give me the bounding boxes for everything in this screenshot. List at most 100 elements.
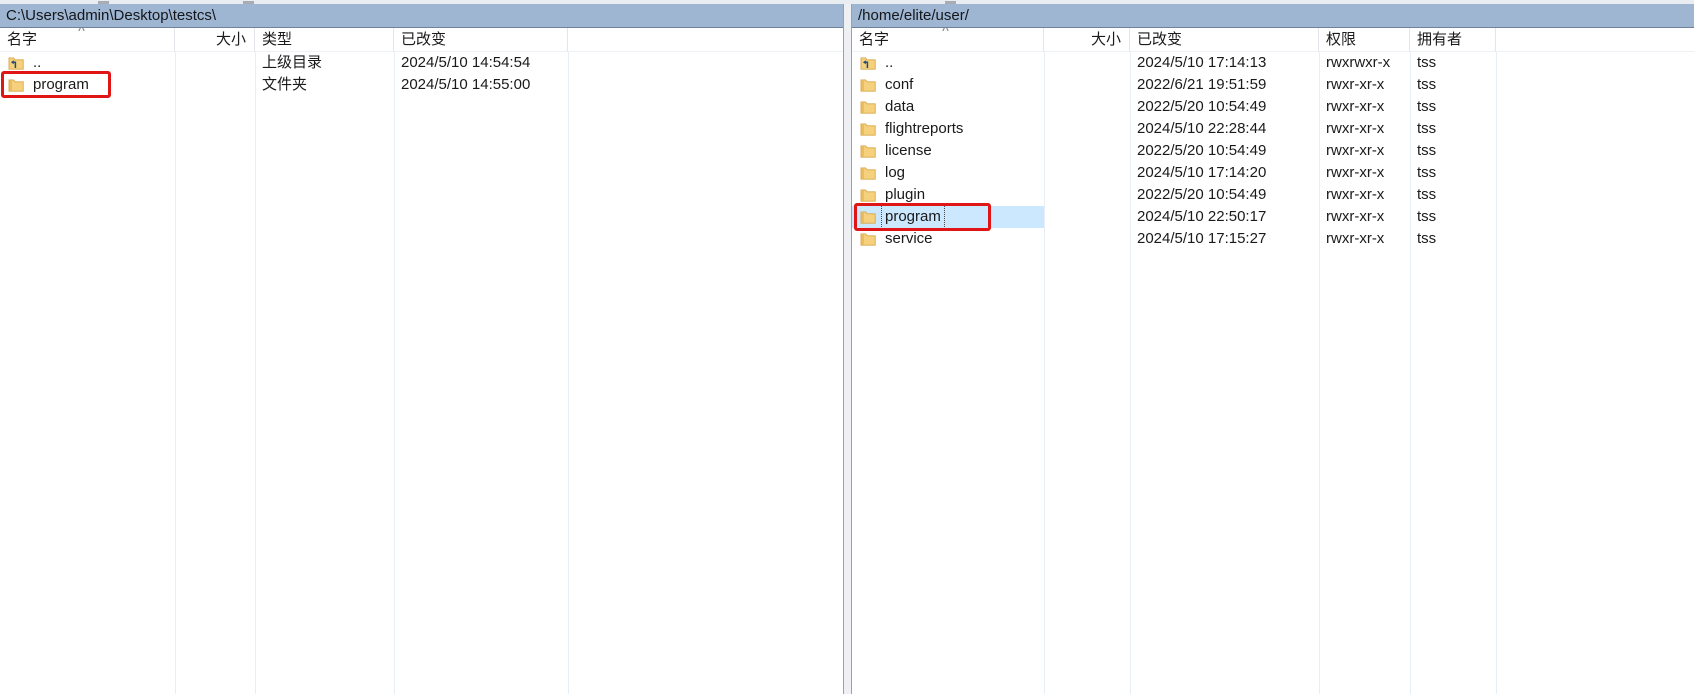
file-owner-cell: tss [1410, 184, 1496, 206]
file-changed-cell: 2024/5/10 17:14:20 [1130, 162, 1319, 184]
file-name: log [882, 162, 908, 184]
toolbar-clipped-strip [0, 0, 1694, 4]
folder-icon [860, 167, 876, 180]
column-header-size[interactable]: 大小 [175, 28, 255, 52]
column-header-perms[interactable]: 权限 [1319, 28, 1410, 52]
file-changed-cell: 2022/6/21 19:51:59 [1130, 74, 1319, 96]
file-size-cell [1044, 184, 1130, 206]
file-row-plugin[interactable]: plugin 2022/5/20 10:54:49rwxr-xr-xtss [852, 184, 1694, 206]
file-row-log[interactable]: log2024/5/10 17:14:20rwxr-xr-xtss [852, 162, 1694, 184]
toolbar-remnant-mark [945, 1, 956, 4]
file-row-service[interactable]: service2024/5/10 17:15:27rwxr-xr-xtss [852, 228, 1694, 250]
file-name: service [882, 228, 936, 250]
column-grid-line [175, 52, 176, 694]
column-header-name[interactable]: 名字^ [0, 28, 175, 52]
file-changed-cell: 2024/5/10 22:50:17 [1130, 206, 1319, 228]
file-size-cell [1044, 74, 1130, 96]
column-header-label: 已改变 [401, 31, 446, 48]
column-grid-line [568, 52, 569, 694]
file-name: .. [882, 52, 896, 74]
local-file-list: 名字^大小类型 已改变 .. 上级目录2024/5/10 14:54:54 progr… [0, 28, 843, 694]
file-row-license[interactable]: license2022/5/20 10:54:49rwxr-xr-xtss [852, 140, 1694, 162]
file-changed-cell: 2024/5/10 14:54:54 [394, 52, 568, 74]
toolbar-remnant-mark [243, 1, 254, 4]
file-name-cell: data [852, 96, 1044, 118]
folder-icon [860, 233, 876, 246]
file-type-cell: 上级目录 [255, 52, 394, 74]
file-type-cell: 文件夹 [255, 74, 394, 96]
file-size-cell [1044, 162, 1130, 184]
folder-icon [8, 79, 24, 92]
file-size-cell [1044, 96, 1130, 118]
file-row-conf[interactable]: conf2022/6/21 19:51:59rwxr-xr-xtss [852, 74, 1694, 96]
file-owner-cell: tss [1410, 74, 1496, 96]
column-grid-line [394, 52, 395, 694]
column-header-name[interactable]: 名字 ^ [852, 28, 1044, 52]
file-row-data[interactable]: data2022/5/20 10:54:49rwxr-xr-xtss [852, 96, 1694, 118]
file-owner-cell: tss [1410, 140, 1496, 162]
file-changed-cell: 2022/5/20 10:54:49 [1130, 184, 1319, 206]
folder-icon [860, 123, 876, 136]
file-name-cell: .. [0, 52, 175, 74]
column-header-label: 大小 [1091, 31, 1121, 48]
column-header-label: 类型 [262, 31, 292, 48]
file-size-cell [1044, 228, 1130, 250]
folder-icon [860, 79, 876, 92]
file-name: flightreports [882, 118, 966, 140]
toolbar-remnant-mark [98, 1, 109, 4]
column-header-filler [1496, 28, 1694, 52]
local-path-text: C:\Users\admin\Desktop\testcs\ [6, 7, 216, 24]
file-perms-cell: rwxr-xr-x [1319, 184, 1410, 206]
file-owner-cell: tss [1410, 162, 1496, 184]
file-row-parent[interactable]: .. 上级目录2024/5/10 14:54:54 [0, 52, 843, 74]
file-perms-cell: rwxr-xr-x [1319, 140, 1410, 162]
file-perms-cell: rwxr-xr-x [1319, 118, 1410, 140]
file-name-cell: license [852, 140, 1044, 162]
file-changed-cell: 2024/5/10 17:14:13 [1130, 52, 1319, 74]
file-owner-cell: tss [1410, 118, 1496, 140]
file-name-cell: log [852, 162, 1044, 184]
file-owner-cell: tss [1410, 228, 1496, 250]
folder-icon [860, 189, 876, 202]
file-owner-cell: tss [1410, 206, 1496, 228]
file-size-cell [1044, 52, 1130, 74]
file-perms-cell: rwxr-xr-x [1319, 206, 1410, 228]
file-row-flightreports[interactable]: flightreports 2024/5/10 22:28:44rwxr-xr-x… [852, 118, 1694, 140]
file-row-program[interactable]: program文件夹2024/5/10 14:55:00 [0, 74, 843, 96]
column-header-label: 名字 [7, 31, 37, 48]
column-header-label: 拥有者 [1417, 31, 1462, 48]
local-file-panel: C:\Users\admin\Desktop\testcs\ 名字^大小类型 已改… [0, 4, 844, 694]
column-header-type[interactable]: 类型 [255, 28, 394, 52]
file-owner-cell: tss [1410, 96, 1496, 118]
column-header-changed[interactable]: 已改变 [1130, 28, 1319, 52]
column-header-label: 名字 [859, 31, 889, 48]
file-name-cell: plugin [852, 184, 1044, 206]
column-header-owner[interactable]: 拥有者 [1410, 28, 1496, 52]
file-changed-cell: 2024/5/10 17:15:27 [1130, 228, 1319, 250]
file-name-cell: service [852, 228, 1044, 250]
folder-icon [860, 101, 876, 114]
sort-ascending-icon: ^ [942, 28, 949, 36]
file-name: program [882, 206, 944, 228]
column-grid-line [255, 52, 256, 694]
file-row-parent[interactable]: ..2024/5/10 17:14:13rwxrwxr-xtss [852, 52, 1694, 74]
file-changed-cell: 2024/5/10 22:28:44 [1130, 118, 1319, 140]
folder-icon [860, 145, 876, 158]
remote-path-bar[interactable]: /home/elite/user/ [852, 4, 1694, 28]
file-row-program[interactable]: program 2024/5/10 22:50:17rwxr-xr-xtss [852, 206, 1694, 228]
file-size-cell [175, 52, 255, 74]
folder-icon [860, 211, 876, 224]
file-name-cell: program [0, 74, 175, 96]
column-header-changed[interactable]: 已改变 [394, 28, 568, 52]
file-perms-cell: rwxr-xr-x [1319, 96, 1410, 118]
remote-file-rows: ..2024/5/10 17:14:13rwxrwxr-xtssconf2022… [852, 52, 1694, 250]
file-name: conf [882, 74, 916, 96]
file-name: data [882, 96, 917, 118]
file-size-cell [1044, 140, 1130, 162]
file-name: .. [30, 52, 44, 74]
local-path-bar[interactable]: C:\Users\admin\Desktop\testcs\ [0, 4, 843, 28]
column-header-label: 权限 [1326, 31, 1356, 48]
column-header-label: 已改变 [1137, 31, 1182, 48]
column-header-size[interactable]: 大小 [1044, 28, 1130, 52]
file-size-cell [1044, 206, 1130, 228]
